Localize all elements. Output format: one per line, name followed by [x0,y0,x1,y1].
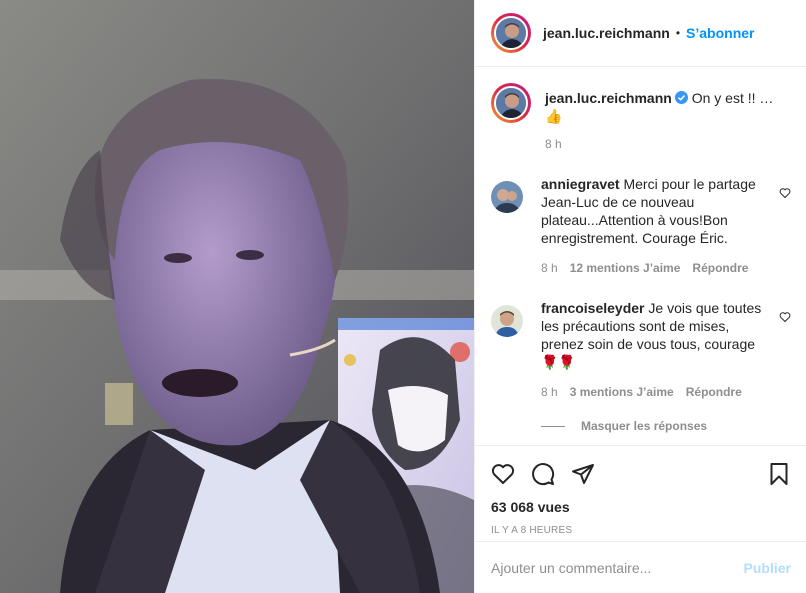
post-header: jean.luc.reichmann • S’abonner [475,0,806,67]
bookmark-icon[interactable] [767,462,791,486]
publish-button[interactable]: Publier [744,560,791,576]
add-comment-bar: Publier [475,541,806,593]
video-media[interactable] [0,0,474,593]
comment-meta: 8 h 3 mentions J’aime Répondre [541,383,775,401]
user-avatar-icon [491,181,523,213]
follow-button[interactable]: S’abonner [686,25,754,41]
reply-button[interactable]: Répondre [692,259,748,277]
user-avatar-icon [496,88,526,118]
post-actions: 63 068 vues IL Y A 8 HEURES [475,445,806,541]
video-frame-image [0,0,474,593]
comment-username[interactable]: anniegravet [541,176,620,192]
commenter-avatar[interactable] [491,181,523,213]
commenter-avatar[interactable] [491,305,523,337]
author-username[interactable]: jean.luc.reichmann [543,25,670,41]
user-avatar-icon [491,305,523,337]
user-avatar-icon [496,18,526,48]
action-icons [491,454,791,494]
comments-section: jean.luc.reichmann On y est !! … 👍 8 h a… [475,67,806,445]
hide-replies-button[interactable]: Masquer les réponses [541,419,791,433]
comment-item: anniegravet Merci pour le partage Jean-L… [491,175,791,277]
heart-icon[interactable] [779,311,791,323]
hide-replies-label: Masquer les réponses [581,419,708,433]
author-avatar[interactable] [491,13,531,53]
comment-likes[interactable]: 12 mentions J’aime [570,259,681,277]
comment-icon[interactable] [531,462,555,486]
caption-author-avatar[interactable] [491,83,531,123]
reply-button[interactable]: Répondre [686,383,742,401]
header-separator: • [675,26,681,40]
heart-icon[interactable] [491,462,515,486]
comment-meta: 8 h 12 mentions J’aime Répondre [541,259,775,277]
comment-time[interactable]: 8 h [541,383,558,401]
comment-input[interactable] [491,559,744,576]
caption-username[interactable]: jean.luc.reichmann [545,90,672,106]
comment-time[interactable]: 8 h [541,259,558,277]
post-caption: jean.luc.reichmann On y est !! … 👍 8 h [491,83,791,153]
view-count[interactable]: 63 068 vues [491,499,791,515]
comment-item: francoiseleyder Je vois que toutes les p… [491,299,791,401]
share-icon[interactable] [571,462,595,486]
post-side-panel: jean.luc.reichmann • S’abonner jean.luc.… [474,0,806,593]
divider-line [541,425,565,427]
comment-likes[interactable]: 3 mentions J’aime [570,383,674,401]
post-timestamp[interactable]: IL Y A 8 HEURES [491,525,791,536]
caption-time[interactable]: 8 h [545,135,791,153]
instagram-post: jean.luc.reichmann • S’abonner jean.luc.… [0,0,806,593]
verified-badge-icon [674,91,688,104]
heart-icon[interactable] [779,187,791,199]
comment-username[interactable]: francoiseleyder [541,300,645,316]
